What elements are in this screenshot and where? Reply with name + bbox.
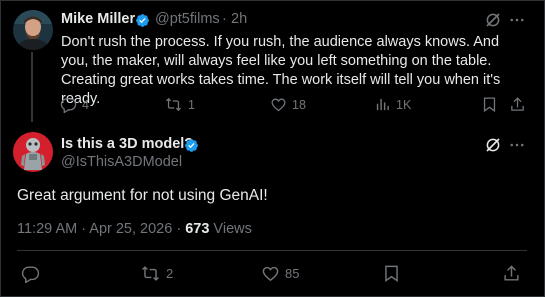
reply-button[interactable]: 4	[60, 96, 89, 113]
parent-author-name[interactable]: Mike Miller	[61, 11, 135, 27]
views-button[interactable]: 1K	[374, 96, 411, 113]
grok-icon[interactable]	[484, 136, 502, 154]
parent-view-count: 1K	[396, 97, 412, 112]
reply-icon	[60, 98, 77, 113]
like-button[interactable]: 18	[270, 96, 306, 113]
reply-author-avatar[interactable]	[13, 132, 53, 172]
reply-like-count: 85	[285, 266, 300, 281]
reply-timestamp[interactable]: 11:29 AM · Apr 25, 2026 ·	[17, 221, 185, 237]
reply-button[interactable]	[21, 264, 40, 283]
parent-time-ago[interactable]: 2h	[231, 11, 247, 27]
reply-author-handle[interactable]: @IsThisA3DModel	[61, 154, 182, 170]
reply-author-name[interactable]: Is this a 3D model?	[61, 136, 193, 152]
parent-like-count: 18	[292, 97, 306, 112]
verified-badge-icon	[185, 139, 198, 152]
like-icon	[271, 98, 286, 112]
retweet-button[interactable]: 1	[164, 96, 195, 113]
parent-author-avatar[interactable]	[13, 10, 53, 50]
retweet-icon	[165, 97, 182, 112]
action-bar-divider	[17, 250, 527, 251]
parent-author-handle[interactable]: @pt5films	[155, 11, 220, 27]
more-icon[interactable]	[508, 136, 526, 154]
views-icon	[376, 98, 389, 111]
parent-reply-count: 4	[82, 97, 89, 112]
bookmark-icon[interactable]	[382, 264, 401, 283]
like-icon	[262, 266, 279, 282]
thread-connector-line	[31, 52, 33, 122]
reply-tweet-text: Great argument for not using GenAI!	[17, 187, 268, 204]
verified-badge-icon	[136, 14, 149, 27]
reply-views-label: Views	[209, 221, 252, 237]
share-icon[interactable]	[502, 264, 521, 283]
reply-retweet-count: 2	[166, 266, 174, 281]
share-icon[interactable]	[509, 96, 526, 113]
bookmark-icon[interactable]	[481, 96, 498, 113]
parent-retweet-count: 1	[188, 97, 195, 112]
retweet-icon	[142, 266, 159, 281]
reply-icon	[21, 266, 40, 283]
retweet-button[interactable]: 2	[140, 264, 173, 283]
more-icon[interactable]	[508, 11, 526, 29]
separator-dot: ·	[222, 11, 227, 27]
reply-views-count: 673	[185, 221, 210, 237]
grok-icon[interactable]	[484, 11, 502, 29]
like-button[interactable]: 85	[261, 264, 299, 283]
reply-timestamp-line: 11:29 AM · Apr 25, 2026 · 673 Views	[17, 221, 252, 237]
